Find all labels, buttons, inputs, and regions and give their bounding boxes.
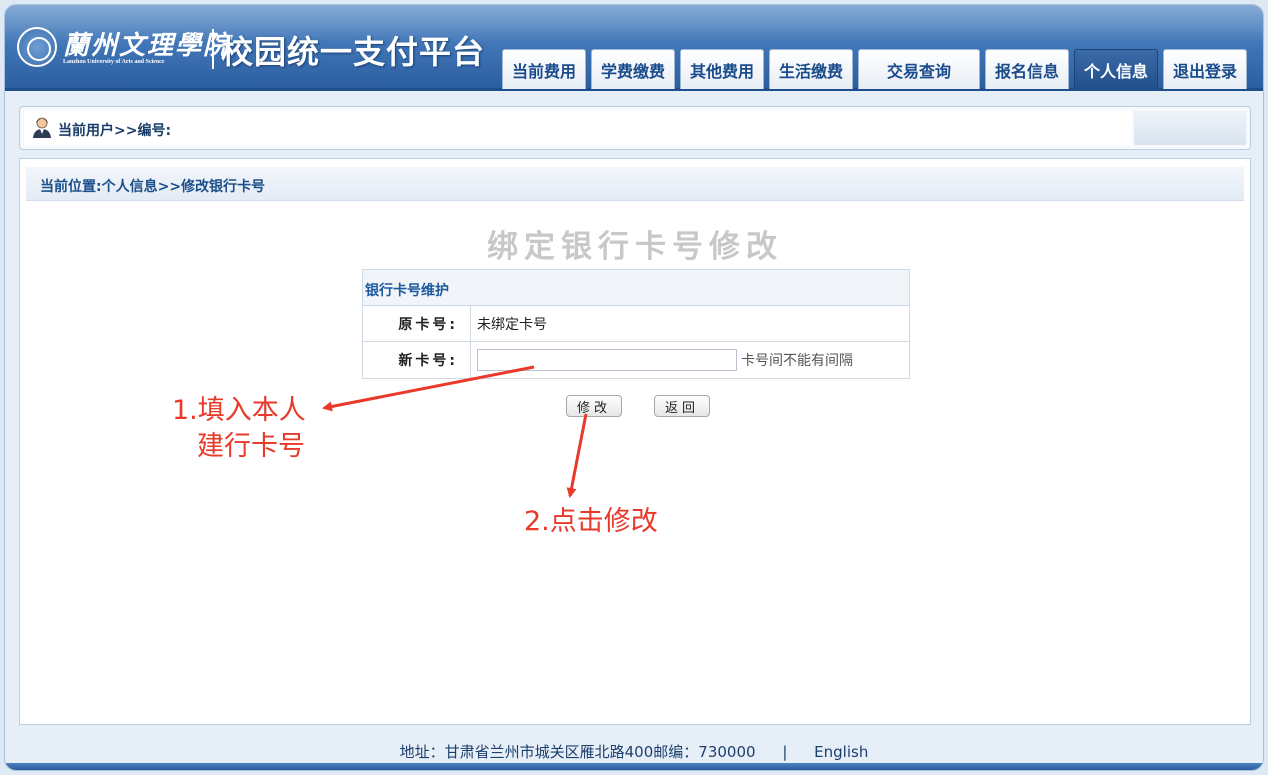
annotation-arrow-to-input xyxy=(322,365,535,412)
annotation-arrows xyxy=(322,365,588,498)
annotation-arrow-to-modify xyxy=(566,413,588,498)
